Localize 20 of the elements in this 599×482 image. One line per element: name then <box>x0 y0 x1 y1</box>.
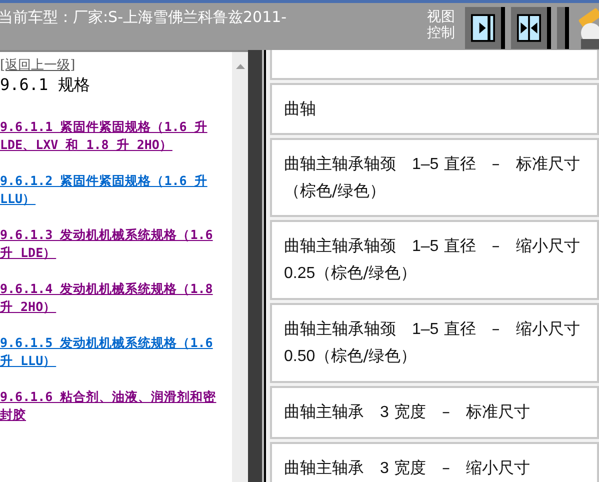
expand-pane-button[interactable] <box>465 7 505 49</box>
section-link[interactable]: 9.6.1.4 发动机机械系统规格（1.8 升 2HO） <box>0 280 226 316</box>
table-cell: 曲轴主轴承 3 宽度 – 标准尺寸 <box>270 386 599 439</box>
view-control-label: 视图控制 <box>427 9 456 41</box>
section-link[interactable]: 9.6.1.2 紧固件紧固规格（1.6 升 LLU） <box>0 172 226 208</box>
scrollbar[interactable] <box>232 52 248 482</box>
section-link[interactable]: 9.6.1.5 发动机机械系统规格（1.6 升 LLU） <box>0 334 226 370</box>
table-cell: 曲轴主轴承 3 宽度 – 缩小尺寸 <box>270 442 599 482</box>
section-link[interactable]: 9.6.1.6 粘合剂、油液、润滑剂和密封胶 <box>0 388 226 424</box>
table-cell: 曲轴主轴承轴颈 1–5 直径 – 缩小尺寸 0.25（棕色/绿色） <box>270 220 599 300</box>
table-cell: 曲轴主轴承轴颈 1–5 直径 – 标准尺寸（棕色/绿色） <box>270 138 599 217</box>
toolbar-button[interactable] <box>557 7 569 49</box>
section-link[interactable]: 9.6.1.1 紧固件紧固规格（1.6 升 LDE、LXV 和 1.8 升 2HO） <box>0 118 226 154</box>
table-cell: 曲轴主轴承轴颈 1–5 直径 – 缩小尺寸 0.50（棕色/绿色） <box>270 303 599 383</box>
section-link[interactable]: 9.6.1.3 发动机机械系统规格（1.6 升 LDE） <box>0 226 226 262</box>
section-heading: 9.6.1 规格 <box>0 74 91 96</box>
table-cell: 曲轴 <box>270 83 599 135</box>
back-link[interactable]: [返回上一级] <box>0 58 76 74</box>
pane-splitter[interactable] <box>248 50 264 482</box>
split-view-button[interactable] <box>511 7 551 49</box>
